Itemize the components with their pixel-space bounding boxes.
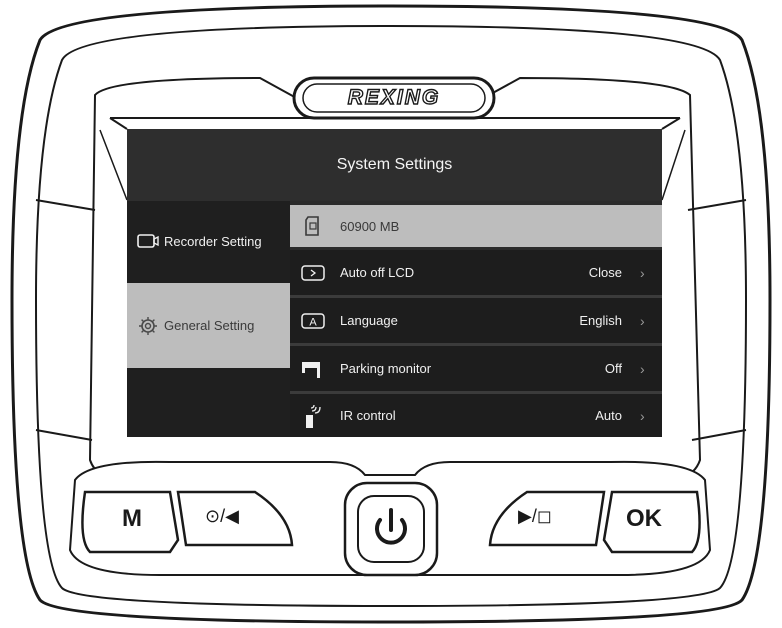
sidebar-item-general-setting[interactable]: General Setting xyxy=(127,283,290,368)
chevron-right-icon: › xyxy=(640,407,645,424)
setting-label: Auto off LCD xyxy=(340,265,415,280)
brand-logo-text: REXING xyxy=(347,85,441,109)
chevron-right-icon: › xyxy=(640,264,645,281)
chevron-right-icon: › xyxy=(640,312,645,329)
setting-value: Off xyxy=(604,361,622,376)
settings-list: 60900 MB Auto off LCD Close › A Language… xyxy=(290,201,662,437)
setting-row-auto-off-lcd[interactable]: Auto off LCD Close › xyxy=(290,250,662,295)
sidebar-item-label: Recorder Setting xyxy=(164,233,262,249)
ok-button[interactable]: OK xyxy=(626,505,662,533)
storage-capacity: 60900 MB xyxy=(340,218,400,234)
screen-title: System Settings xyxy=(127,129,662,201)
parking-icon xyxy=(300,358,326,380)
setting-value: Close xyxy=(588,265,622,280)
ir-remote-icon xyxy=(300,404,326,428)
setting-value: English xyxy=(579,313,622,328)
storage-info-row: 60900 MB xyxy=(290,205,662,247)
setting-row-parking-monitor[interactable]: Parking monitor Off › xyxy=(290,346,662,391)
setting-label: IR control xyxy=(340,408,396,423)
setting-value: Auto xyxy=(595,408,622,423)
sidebar-item-recorder-setting[interactable]: Recorder Setting xyxy=(127,211,290,271)
sd-card-icon xyxy=(300,215,326,237)
chevron-right-icon: › xyxy=(640,360,645,377)
gear-icon xyxy=(136,316,160,336)
svg-text:A: A xyxy=(309,316,317,328)
sidebar-item-label: General Setting xyxy=(164,318,255,333)
screen-off-icon xyxy=(300,262,326,284)
setting-row-ir-control[interactable]: IR control Auto › xyxy=(290,394,662,437)
lcd-screen: System Settings Recorder Setting General… xyxy=(127,129,662,437)
play-button[interactable]: ▶/◻ xyxy=(518,506,552,527)
rewind-button[interactable]: ⊙/◀ xyxy=(205,506,239,527)
setting-label: Language xyxy=(340,313,398,328)
language-icon: A xyxy=(300,310,326,332)
settings-sidebar: Recorder Setting General Setting xyxy=(127,201,290,437)
camera-icon xyxy=(136,231,160,251)
setting-row-language[interactable]: A Language English › xyxy=(290,298,662,343)
setting-label: Parking monitor xyxy=(340,361,432,376)
m-button[interactable]: M xyxy=(122,505,142,533)
